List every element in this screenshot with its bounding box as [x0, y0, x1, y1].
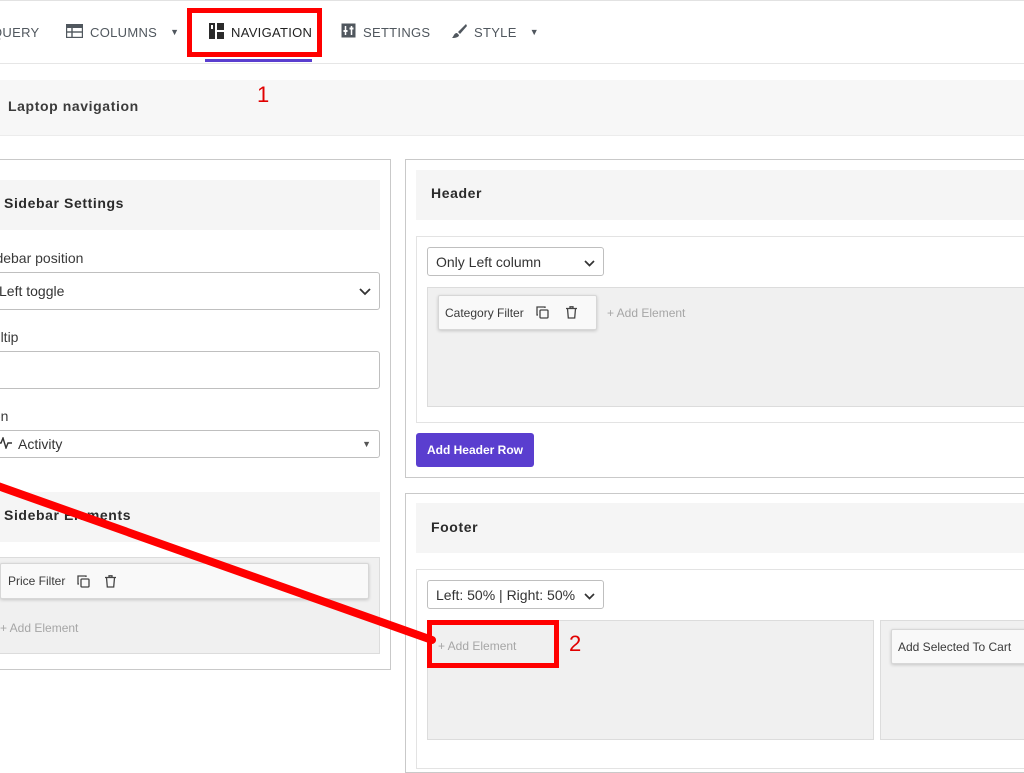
caret-down-icon: ▼ — [170, 27, 180, 37]
price-filter-chip[interactable]: Price Filter — [0, 563, 369, 599]
table-icon — [65, 23, 84, 41]
chevron-down-icon — [584, 587, 595, 603]
footer-title: Footer — [431, 519, 479, 535]
tab-columns-label: COLUMNS — [90, 24, 158, 40]
add-header-row-button[interactable]: Add Header Row — [416, 433, 534, 467]
add-selected-to-cart-label: Add Selected To Cart — [898, 639, 1012, 654]
header-panel-head — [416, 170, 1024, 220]
tab-settings[interactable]: SETTINGS — [341, 0, 430, 64]
sidebar-elements-title: Sidebar Elements — [4, 507, 132, 523]
section-title: Laptop navigation — [8, 98, 139, 114]
footer-layout-select[interactable]: Left: 50% | Right: 50% — [427, 580, 604, 609]
active-tab-underline — [205, 59, 312, 62]
sliders-icon — [341, 23, 356, 41]
sidebar-settings-title: Sidebar Settings — [4, 195, 125, 211]
header-add-element[interactable]: + Add Element — [607, 306, 685, 320]
sidebar-position-label-wrap: Sidebar position — [0, 250, 183, 268]
category-filter-chip[interactable]: Category Filter — [438, 295, 597, 330]
sidebar-position-select[interactable]: Left toggle — [0, 272, 380, 310]
annotation-box-2 — [427, 620, 559, 668]
category-filter-label: Category Filter — [445, 305, 524, 320]
tab-style-label: STYLE — [474, 24, 517, 40]
copy-icon[interactable] — [77, 574, 90, 588]
copy-icon[interactable] — [536, 306, 549, 319]
tooltip-label-wrap: Tooltip — [0, 329, 178, 347]
caret-down-icon: ▼ — [529, 27, 539, 37]
price-filter-label: Price Filter — [8, 574, 66, 588]
icon-select-value: Activity — [18, 436, 63, 452]
footer-panel-head — [416, 503, 1024, 553]
trash-icon[interactable] — [565, 306, 577, 319]
tab-columns[interactable]: COLUMNS ▼ — [65, 0, 180, 64]
icon-label-wrap: Icon — [0, 408, 182, 426]
section-header — [0, 80, 1024, 136]
header-layout-select[interactable]: Only Left column — [427, 247, 604, 276]
activity-icon — [0, 435, 12, 452]
chevron-down-icon — [584, 254, 595, 270]
brush-icon — [451, 23, 467, 42]
footer-layout-value: Left: 50% | Right: 50% — [436, 586, 576, 603]
sidebar-position-label: Sidebar position — [0, 250, 84, 266]
annotation-number-1: 1 — [257, 82, 270, 107]
add-selected-to-cart-chip[interactable]: Add Selected To Cart — [891, 629, 1024, 664]
annotation-box-1 — [187, 8, 322, 57]
trash-icon[interactable] — [105, 574, 117, 588]
sidebar-position-value: Left toggle — [0, 283, 65, 299]
chevron-down-icon — [359, 283, 371, 299]
tooltip-label: Tooltip — [0, 329, 19, 345]
header-title: Header — [431, 185, 483, 201]
tab-query[interactable]: QUERY — [0, 0, 40, 64]
tab-style[interactable]: STYLE ▼ — [451, 0, 539, 64]
icon-select[interactable]: Activity ▼ — [0, 430, 380, 458]
tooltip-input[interactable] — [0, 351, 380, 389]
caret-down-icon: ▼ — [362, 439, 371, 449]
annotation-number-2: 2 — [569, 631, 582, 656]
tab-settings-label: SETTINGS — [363, 24, 431, 40]
tab-query-label: QUERY — [0, 24, 40, 40]
header-layout-value: Only Left column — [436, 253, 542, 270]
sidebar-add-element[interactable]: + Add Element — [0, 621, 78, 635]
icon-label: Icon — [0, 408, 9, 424]
